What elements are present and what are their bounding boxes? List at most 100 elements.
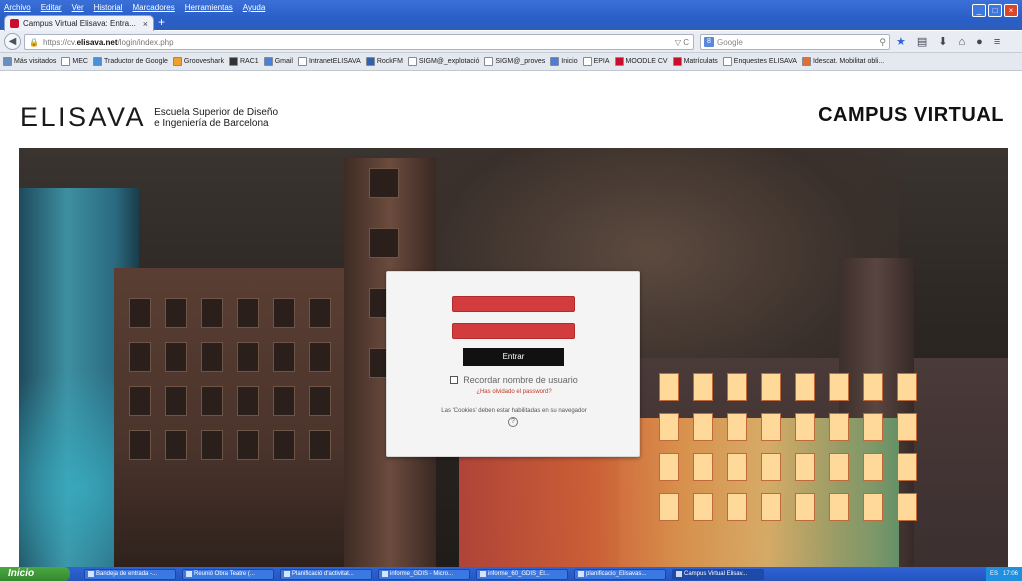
menu-archivo[interactable]: Archivo xyxy=(4,3,31,12)
taskbar-item[interactable]: informe_60_GDIS_El... xyxy=(476,568,568,580)
username-input[interactable] xyxy=(452,296,575,312)
taskbar-item[interactable]: planificacio_Elisavas... xyxy=(574,568,666,580)
url-domain: elisava.net xyxy=(76,37,118,47)
bookmark-label: SIGM@_explotació xyxy=(418,58,480,65)
maximize-icon[interactable]: □ xyxy=(988,4,1002,17)
clock[interactable]: 17:06 xyxy=(1003,571,1018,577)
toolbar-icons: ★ ▤ ⬇ ⌂ ● ≡ xyxy=(896,34,1000,50)
bookmark-item[interactable]: Matrículats xyxy=(672,57,718,66)
bookmark-item[interactable]: RAC1 xyxy=(229,57,259,66)
bookmark-item[interactable]: RockFM xyxy=(365,57,403,66)
password-input[interactable] xyxy=(452,323,575,339)
bookmark-favicon-icon xyxy=(801,57,811,66)
taskbar-item[interactable]: informe_GDIS - Micro... xyxy=(378,568,470,580)
bookmark-label: Traductor de Google xyxy=(103,58,168,65)
menu-herramientas[interactable]: Herramientas xyxy=(185,3,233,12)
bookmark-item[interactable]: MOODLE CV xyxy=(614,57,668,66)
taskbar-item[interactable]: Bandeja de entrada -... xyxy=(84,568,176,580)
lit-windows xyxy=(659,373,917,521)
new-tab-button[interactable]: + xyxy=(158,15,165,29)
minimize-icon[interactable]: _ xyxy=(972,4,986,17)
taskbar-item[interactable]: Campus Virtual Elisav... xyxy=(672,568,764,580)
bookmark-favicon-icon xyxy=(614,57,624,66)
bookmark-favicon-icon xyxy=(263,57,273,66)
bookmark-item[interactable]: SIGM@_explotació xyxy=(407,57,480,66)
window-icon xyxy=(578,571,584,577)
bookmark-item[interactable]: Grooveshark xyxy=(172,57,224,66)
bookmark-label: IntranetELISAVA xyxy=(308,58,361,65)
remember-checkbox[interactable] xyxy=(450,376,459,384)
logo-wordmark: ELISAVA xyxy=(20,102,147,132)
download-icon[interactable]: ⬇ xyxy=(938,34,947,50)
google-icon[interactable]: 8 xyxy=(704,37,714,47)
system-tray: ES 17:06 xyxy=(985,567,1022,581)
start-button[interactable]: Inicio xyxy=(0,567,70,581)
bookmark-label: MOODLE CV xyxy=(625,58,668,65)
menu-ver[interactable]: Ver xyxy=(72,3,84,12)
bookmark-favicon-icon xyxy=(297,57,307,66)
bookmark-item[interactable]: Inicio xyxy=(550,57,578,66)
chat-icon[interactable]: ● xyxy=(976,34,983,50)
menu-ayuda[interactable]: Ayuda xyxy=(243,3,266,12)
window-icon xyxy=(88,571,94,577)
tab-campus-virtual[interactable]: Campus Virtual Elisava: Entra... × xyxy=(4,15,154,31)
taskbar-item-label: Bandeja de entrada -... xyxy=(96,570,158,577)
forgot-password-link[interactable]: ¿Has olvidado el password? xyxy=(387,389,641,395)
bookmark-label: Gmail xyxy=(274,58,293,65)
url-bar[interactable]: 🔒 https://cv. elisava.net/login/index.php… xyxy=(24,34,694,50)
menu-icon[interactable]: ≡ xyxy=(994,34,1000,50)
url-path: /login/index.php xyxy=(117,37,174,47)
language-indicator[interactable]: ES xyxy=(990,571,998,577)
tab-close-icon[interactable]: × xyxy=(143,19,148,29)
elisava-favicon-icon xyxy=(10,19,19,28)
bookmark-favicon-icon xyxy=(672,57,682,66)
bookmark-item[interactable]: Traductor de Google xyxy=(92,57,168,66)
menu-editar[interactable]: Editar xyxy=(41,3,62,12)
search-icon[interactable]: ⚲ xyxy=(879,37,886,48)
taskbar-item-label: informe_GDIS - Micro... xyxy=(390,570,454,577)
bookmark-favicon-icon xyxy=(172,57,182,66)
bookmarks-menu-icon[interactable]: ▤ xyxy=(917,34,927,50)
bookmark-favicon-icon xyxy=(407,57,417,66)
bookmark-item[interactable]: Idescat. Mobilitat obli... xyxy=(801,57,885,66)
bookmark-star-icon[interactable]: ★ xyxy=(896,34,906,50)
elisava-logo[interactable]: ELISAVA Escuela Superior de Diseño e Ing… xyxy=(20,102,278,133)
bookmark-label: Grooveshark xyxy=(183,58,224,65)
menu-historial[interactable]: Historial xyxy=(94,3,123,12)
taskbar-item-label: informe_60_GDIS_El... xyxy=(488,570,550,577)
taskbar-item[interactable]: Reunió Obra Teatre (... xyxy=(182,568,274,580)
bookmark-label: Inicio xyxy=(561,58,578,65)
help-icon[interactable]: ? xyxy=(508,417,518,427)
taskbar-item[interactable]: Planificació d'activitat... xyxy=(280,568,372,580)
bookmark-item[interactable]: IntranetELISAVA xyxy=(297,57,361,66)
lock-icon: 🔒 xyxy=(29,37,39,47)
menu-bar: Archivo Editar Ver Historial Marcadores … xyxy=(4,3,265,12)
campus-virtual-title: CAMPUS VIRTUAL xyxy=(818,104,1004,126)
home-icon[interactable]: ⌂ xyxy=(959,34,966,50)
remember-username[interactable]: Recordar nombre de usuario xyxy=(387,375,641,385)
menu-marcadores[interactable]: Marcadores xyxy=(133,3,175,12)
bookmark-item[interactable]: Gmail xyxy=(263,57,293,66)
window-icon xyxy=(382,571,388,577)
bookmark-label: Matrículats xyxy=(683,58,718,65)
bookmark-favicon-icon xyxy=(365,57,375,66)
bookmark-item[interactable]: Más visitados xyxy=(3,57,56,66)
bookmark-item[interactable]: SIGM@_proves xyxy=(484,57,545,66)
windows-taskbar: Inicio Bandeja de entrada -... Reunió Obr… xyxy=(0,567,1022,581)
bookmark-label: EPIA xyxy=(593,58,610,65)
bookmark-favicon-icon xyxy=(3,57,12,66)
bookmark-item[interactable]: MEC xyxy=(61,57,88,66)
bookmark-favicon-icon xyxy=(550,57,560,66)
logo-subtitle-line1: Escuela Superior de Diseño xyxy=(154,106,279,118)
back-button[interactable]: ◀ xyxy=(4,33,21,50)
login-button[interactable]: Entrar xyxy=(463,348,564,366)
bookmark-item[interactable]: Enquestes ELISAVA xyxy=(722,57,797,66)
close-icon[interactable]: × xyxy=(1004,4,1018,17)
reload-icon[interactable]: ▽ C xyxy=(675,38,689,47)
bookmark-label: Idescat. Mobilitat obli... xyxy=(812,58,885,65)
url-prefix: https://cv. xyxy=(42,37,77,47)
bookmark-item[interactable]: EPIA xyxy=(582,57,610,66)
search-bar[interactable]: 8 Google ⚲ xyxy=(700,34,890,50)
bookmark-label: Más visitados xyxy=(14,58,57,65)
bookmarks-bar: Más visitados MEC Traductor de Google Groov… xyxy=(0,53,1022,71)
